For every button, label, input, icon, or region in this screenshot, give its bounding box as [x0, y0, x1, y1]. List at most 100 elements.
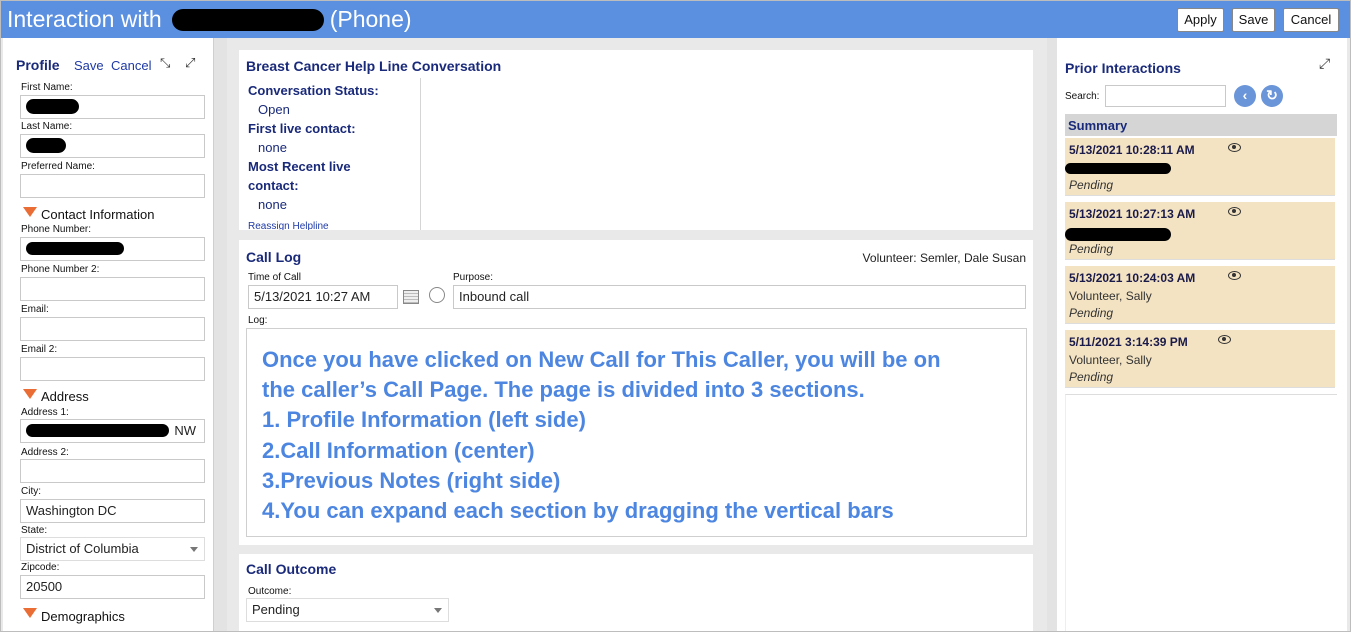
- eye-icon[interactable]: [1228, 207, 1241, 216]
- clock-icon[interactable]: [429, 287, 445, 303]
- conversation-divider: [420, 78, 421, 230]
- preferred-name-label: Preferred Name:: [21, 161, 95, 172]
- state-value: District of Columbia: [26, 541, 139, 556]
- back-arrow-icon[interactable]: ‹: [1234, 85, 1256, 107]
- chevron-down-icon: [190, 547, 198, 552]
- refresh-icon[interactable]: ↻: [1261, 85, 1283, 107]
- profile-heading: Profile: [16, 57, 60, 73]
- prior-interactions-heading: Prior Interactions: [1065, 60, 1181, 76]
- contact-section-heading[interactable]: Contact Information: [41, 207, 154, 222]
- search-label: Search:: [1065, 91, 1100, 102]
- purpose-field[interactable]: Inbound call: [453, 285, 1026, 309]
- recent-contact-value: none: [258, 197, 287, 212]
- first-name-label: First Name:: [21, 82, 73, 93]
- zip-label: Zipcode:: [21, 562, 60, 573]
- time-of-call-label: Time of Call: [248, 272, 301, 283]
- interaction-volunteer: Volunteer, Sally: [1069, 289, 1152, 303]
- title-bar: Interaction with (Phone) Apply Save Canc…: [1, 1, 1350, 38]
- conversation-status-value: Open: [258, 102, 290, 117]
- demographics-collapse-triangle[interactable]: [23, 608, 37, 618]
- first-name-field[interactable]: [20, 95, 205, 119]
- expand-icon[interactable]: ⤡: [160, 55, 170, 71]
- contact-collapse-triangle[interactable]: [23, 207, 37, 217]
- conversation-status-label: Conversation Status:: [248, 83, 379, 98]
- redacted-last-name: [26, 138, 66, 153]
- redacted-address: [26, 424, 169, 437]
- interaction-date: 5/11/2021 3:14:39 PM: [1069, 335, 1188, 349]
- email-field[interactable]: [20, 317, 205, 341]
- redacted-interaction-name: [1065, 163, 1171, 174]
- left-resize-bar[interactable]: [214, 38, 227, 631]
- conversation-heading: Breast Cancer Help Line Conversation: [246, 58, 502, 74]
- collapse-icon[interactable]: ⤢: [1319, 55, 1330, 72]
- interaction-card[interactable]: 5/13/2021 10:24:03 AM Volunteer, Sally P…: [1065, 266, 1335, 324]
- phone-field[interactable]: [20, 237, 205, 261]
- log-line: 2.Call Information (center): [262, 438, 535, 463]
- outcome-select[interactable]: Pending: [246, 598, 449, 622]
- apply-button[interactable]: Apply: [1177, 8, 1224, 32]
- address1-suffix: NW: [174, 423, 196, 438]
- title-suffix: (Phone): [329, 6, 412, 32]
- outcome-label: Outcome:: [248, 586, 292, 597]
- interaction-card[interactable]: 5/11/2021 3:14:39 PM Volunteer, Sally Pe…: [1065, 330, 1335, 388]
- demographics-section-heading[interactable]: Demographics: [41, 609, 125, 624]
- log-line: Once you have clicked on New Call for Th…: [262, 347, 941, 372]
- conversation-panel: Breast Cancer Help Line Conversation Con…: [239, 50, 1033, 230]
- log-line: 3.Previous Notes (right side): [262, 468, 561, 493]
- cancel-button[interactable]: Cancel: [1283, 8, 1339, 32]
- profile-cancel-link[interactable]: Cancel: [111, 58, 151, 73]
- address2-field[interactable]: [20, 459, 205, 483]
- call-log-heading: Call Log: [246, 249, 302, 265]
- eye-icon[interactable]: [1218, 335, 1231, 344]
- phone2-field[interactable]: [20, 277, 205, 301]
- title-prefix: Interaction with: [7, 6, 162, 32]
- interaction-card[interactable]: 5/13/2021 10:27:13 AM Pending: [1065, 202, 1335, 260]
- redacted-first-name: [26, 99, 79, 114]
- log-line: 4.You can expand each section by draggin…: [262, 498, 894, 523]
- zip-field[interactable]: 20500: [20, 575, 205, 599]
- call-information-panel: Breast Cancer Help Line Conversation Con…: [227, 38, 1047, 631]
- save-button[interactable]: Save: [1232, 8, 1275, 32]
- prior-interactions-panel: Prior Interactions ⤢ Search: ‹ ↻ Summary…: [1057, 38, 1347, 631]
- city-label: City:: [21, 486, 41, 497]
- log-line: 1. Profile Information (left side): [262, 407, 586, 432]
- summary-label: Summary: [1068, 118, 1128, 133]
- volunteer-value: Semler, Dale Susan: [919, 251, 1026, 265]
- log-textarea[interactable]: Once you have clicked on New Call for Th…: [246, 328, 1027, 537]
- right-resize-bar[interactable]: [1047, 38, 1057, 631]
- email2-field[interactable]: [20, 357, 205, 381]
- time-of-call-field[interactable]: 5/13/2021 10:27 AM: [248, 285, 398, 309]
- address1-field[interactable]: NW: [20, 419, 205, 443]
- last-name-field[interactable]: [20, 134, 205, 158]
- phone-label: Phone Number:: [21, 224, 92, 235]
- address-section-heading[interactable]: Address: [41, 389, 89, 404]
- interaction-date: 5/13/2021 10:28:11 AM: [1069, 143, 1195, 157]
- address-collapse-triangle[interactable]: [23, 389, 37, 399]
- state-label: State:: [21, 525, 48, 536]
- redacted-phone: [26, 242, 124, 255]
- email-label: Email:: [21, 304, 49, 315]
- reassign-helpline-link[interactable]: Reassign Helpline: [248, 221, 329, 230]
- address2-label: Address 2:: [21, 447, 69, 458]
- interaction-window: Interaction with (Phone) Apply Save Canc…: [0, 0, 1351, 632]
- interaction-status: Pending: [1069, 178, 1114, 192]
- collapse-icon[interactable]: ⤢: [185, 55, 195, 71]
- state-select[interactable]: District of Columbia: [20, 537, 205, 561]
- search-input[interactable]: [1105, 85, 1226, 107]
- call-outcome-panel: Call Outcome Outcome: Pending: [239, 554, 1033, 631]
- preferred-name-field[interactable]: [20, 174, 205, 198]
- email2-label: Email 2:: [21, 344, 58, 355]
- eye-icon[interactable]: [1228, 271, 1241, 280]
- outcome-value: Pending: [252, 602, 300, 617]
- calendar-icon[interactable]: [403, 290, 419, 304]
- interaction-card[interactable]: 5/13/2021 10:28:11 AM Pending: [1065, 138, 1335, 196]
- first-contact-value: none: [258, 140, 287, 155]
- eye-icon[interactable]: [1228, 143, 1241, 152]
- summary-header: Summary: [1065, 114, 1337, 136]
- log-label: Log:: [248, 315, 268, 326]
- interaction-date: 5/13/2021 10:27:13 AM: [1069, 207, 1196, 221]
- interaction-date: 5/13/2021 10:24:03 AM: [1069, 271, 1196, 285]
- interaction-status: Pending: [1069, 242, 1114, 256]
- city-field[interactable]: Washington DC: [20, 499, 205, 523]
- profile-save-link[interactable]: Save: [74, 58, 104, 73]
